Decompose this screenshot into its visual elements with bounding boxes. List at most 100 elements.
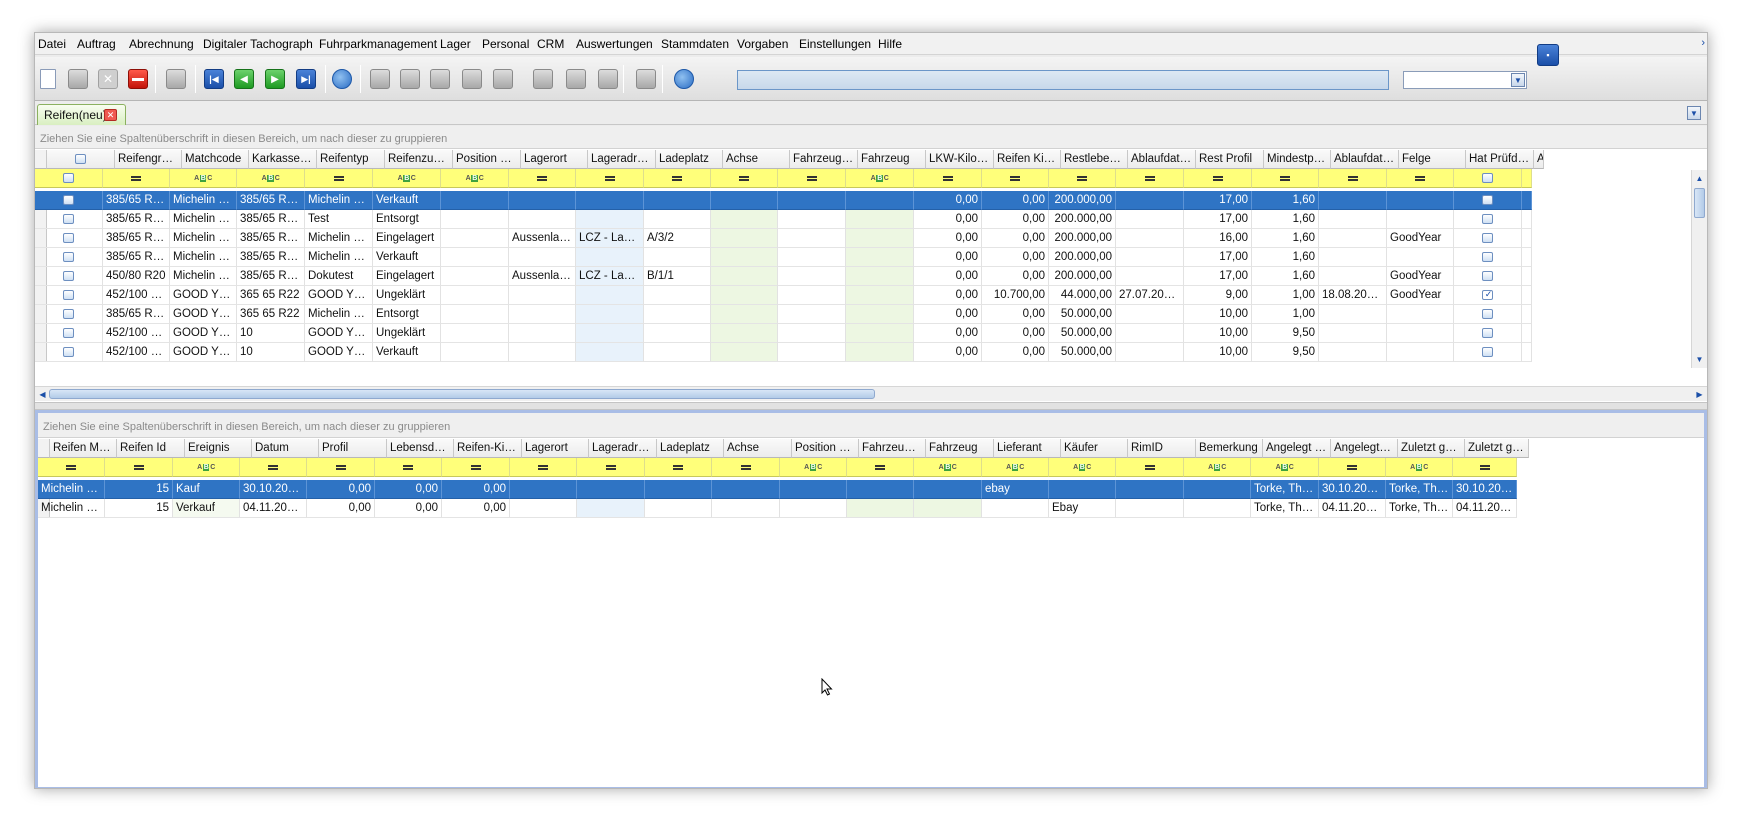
table-row[interactable]: 385/65 R22,5Michelin XTE...385/65 R22.5M… bbox=[35, 229, 1707, 248]
table-cell[interactable]: 10 bbox=[237, 343, 305, 362]
column-header-ereignis[interactable]: Ereignis bbox=[185, 439, 252, 458]
checkbox-icon[interactable] bbox=[1482, 270, 1493, 281]
table-cell[interactable] bbox=[711, 343, 778, 362]
table-cell[interactable] bbox=[644, 343, 711, 362]
menu-abrechnung[interactable]: Abrechnung bbox=[129, 37, 194, 51]
table-cell[interactable] bbox=[778, 191, 846, 210]
signpost-icon[interactable] bbox=[563, 66, 589, 92]
table-cell[interactable] bbox=[576, 343, 644, 362]
print-preview-icon[interactable] bbox=[459, 66, 485, 92]
text-filter-icon[interactable]: ABC bbox=[197, 463, 215, 471]
table-cell[interactable]: 385/65 R22.5 bbox=[237, 210, 305, 229]
filter-cell[interactable] bbox=[711, 169, 778, 188]
table-cell[interactable]: Ebay bbox=[1049, 499, 1116, 518]
table-cell[interactable]: 1,60 bbox=[1252, 267, 1319, 286]
table-cell[interactable] bbox=[1319, 191, 1387, 210]
group-panel[interactable]: Ziehen Sie eine Spaltenüberschrift in di… bbox=[35, 126, 1707, 149]
column-header-zuletzt-geä[interactable]: Zuletzt geä... bbox=[1398, 439, 1465, 458]
filter-cell[interactable]: ABC bbox=[982, 458, 1049, 477]
table-cell[interactable] bbox=[780, 480, 847, 499]
table-cell[interactable] bbox=[778, 210, 846, 229]
menu-auftrag[interactable]: Auftrag bbox=[77, 37, 116, 51]
table-row[interactable]: ›Michelin XTE...15Kauf30.10.2019...0,000… bbox=[38, 480, 1704, 499]
table-cell[interactable]: 452/100 R22 bbox=[103, 286, 170, 305]
table-cell[interactable]: Michelin XTE... bbox=[170, 210, 237, 229]
table-cell[interactable] bbox=[778, 248, 846, 267]
column-header-position-auf[interactable]: Position auf... bbox=[792, 439, 859, 458]
filter-cell[interactable] bbox=[1184, 169, 1252, 188]
scrollbar-thumb[interactable] bbox=[49, 389, 875, 399]
table-cell[interactable]: Torke, Tho... bbox=[1386, 499, 1453, 518]
table-cell[interactable] bbox=[1116, 248, 1184, 267]
filter-cell[interactable]: ABC bbox=[441, 169, 509, 188]
column-header-rest-profil[interactable]: Rest Profil bbox=[1196, 150, 1264, 169]
table-cell[interactable]: Verkauft bbox=[373, 248, 441, 267]
text-filter-icon[interactable]: ABC bbox=[398, 174, 416, 182]
table-cell[interactable]: 9,50 bbox=[1252, 343, 1319, 362]
table-cell[interactable]: 44.000,00 bbox=[1049, 286, 1116, 305]
table-cell[interactable] bbox=[509, 210, 576, 229]
filter-cell[interactable] bbox=[577, 458, 645, 477]
equals-filter-icon[interactable] bbox=[1010, 175, 1020, 181]
table-cell[interactable] bbox=[1116, 324, 1184, 343]
menu-stammdaten[interactable]: Stammdaten bbox=[661, 37, 729, 51]
barcode-icon[interactable] bbox=[397, 66, 423, 92]
column-header-matchcode[interactable]: Matchcode bbox=[182, 150, 249, 169]
table-cell[interactable] bbox=[576, 210, 644, 229]
filter-cell[interactable]: ABC bbox=[173, 458, 240, 477]
table-cell[interactable] bbox=[441, 324, 509, 343]
text-filter-icon[interactable]: ABC bbox=[262, 174, 280, 182]
column-header-position-auf[interactable]: Position auf... bbox=[453, 150, 521, 169]
text-filter-icon[interactable]: ABC bbox=[1410, 463, 1428, 471]
table-cell[interactable] bbox=[1454, 286, 1522, 305]
checkbox-icon[interactable] bbox=[63, 346, 74, 357]
table-cell[interactable] bbox=[1454, 191, 1522, 210]
table-cell[interactable]: 0,00 bbox=[914, 343, 982, 362]
table-cell[interactable]: 0,00 bbox=[982, 210, 1049, 229]
filter-cell[interactable] bbox=[105, 458, 173, 477]
text-filter-icon[interactable]: ABC bbox=[1276, 463, 1294, 471]
table-cell[interactable] bbox=[1387, 248, 1454, 267]
checkbox-filter-icon[interactable] bbox=[63, 173, 74, 183]
table-cell[interactable]: 10,00 bbox=[1184, 343, 1252, 362]
table-cell[interactable] bbox=[847, 499, 914, 518]
menu-fuhrparkmanagement[interactable]: Fuhrparkmanagement bbox=[319, 37, 437, 51]
first-record-icon[interactable]: |◀ bbox=[201, 66, 227, 92]
table-cell[interactable]: 200.000,00 bbox=[1049, 191, 1116, 210]
table-cell[interactable]: 0,00 bbox=[982, 248, 1049, 267]
table-cell[interactable]: 10,00 bbox=[1184, 324, 1252, 343]
table-cell[interactable] bbox=[1454, 248, 1522, 267]
table-cell[interactable] bbox=[645, 499, 712, 518]
table-cell[interactable] bbox=[711, 229, 778, 248]
table-cell[interactable]: Ungeklärt bbox=[373, 286, 441, 305]
checkbox-icon[interactable] bbox=[1482, 289, 1493, 300]
equals-filter-icon[interactable] bbox=[333, 175, 344, 181]
column-header-karkassen[interactable]: Karkassen ... bbox=[249, 150, 317, 169]
menu-vorgaben[interactable]: Vorgaben bbox=[737, 37, 788, 51]
column-header-ladeplatz[interactable]: Ladeplatz bbox=[657, 439, 724, 458]
table-cell[interactable] bbox=[1522, 229, 1532, 248]
table-cell[interactable]: 50.000,00 bbox=[1049, 324, 1116, 343]
table-cell[interactable] bbox=[1319, 248, 1387, 267]
table-cell[interactable] bbox=[1522, 343, 1532, 362]
column-header-felge[interactable]: Felge bbox=[1399, 150, 1466, 169]
equals-filter-icon[interactable] bbox=[1347, 175, 1358, 181]
table-cell[interactable]: 0,00 bbox=[307, 499, 375, 518]
table-cell[interactable]: Michelin XTE... bbox=[38, 499, 105, 518]
column-header-lagerort[interactable]: Lagerort bbox=[521, 150, 588, 169]
column-header-ablaufdatu[interactable]: Ablaufdatu... bbox=[1331, 150, 1399, 169]
table-cell[interactable] bbox=[846, 286, 914, 305]
toolbar-combobox[interactable]: ▼ bbox=[1403, 71, 1527, 89]
checkbox-icon[interactable] bbox=[63, 289, 74, 300]
table-cell[interactable]: Verkauf bbox=[173, 499, 240, 518]
filter-cell[interactable]: ABC bbox=[914, 458, 982, 477]
menu-datei[interactable]: Datei bbox=[38, 37, 66, 51]
table-cell[interactable] bbox=[576, 191, 644, 210]
column-header-reifen-kilo[interactable]: Reifen-Kilo... bbox=[454, 439, 522, 458]
table-cell[interactable] bbox=[644, 248, 711, 267]
table-cell[interactable] bbox=[1116, 305, 1184, 324]
table-cell[interactable] bbox=[576, 248, 644, 267]
filter-cell[interactable] bbox=[442, 458, 510, 477]
equals-filter-icon[interactable] bbox=[1077, 175, 1087, 181]
menu-auswertungen[interactable]: Auswertungen bbox=[576, 37, 653, 51]
